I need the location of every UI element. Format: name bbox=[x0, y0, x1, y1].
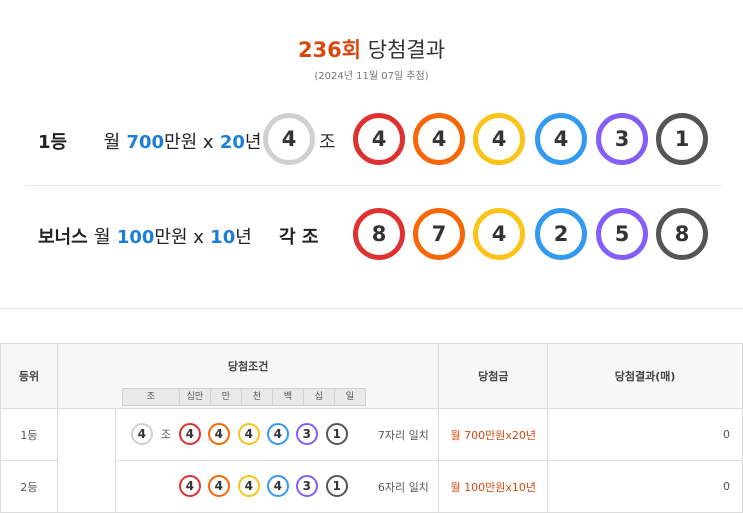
sub-header-cell: 십만 bbox=[178, 388, 211, 406]
row-number-ball: 4 bbox=[237, 423, 260, 445]
bonus-number-ball: 7 bbox=[413, 208, 465, 260]
row-count: 0 bbox=[547, 408, 743, 461]
row-number-ball: 1 bbox=[325, 423, 348, 445]
row-number-ball: 4 bbox=[207, 423, 230, 445]
row-condition: 4 조 4 4 4 4 3 1 7자리 일치 bbox=[114, 408, 440, 461]
row-match-text: 7자리 일치 bbox=[377, 429, 429, 442]
bonus-year-unit: 년 bbox=[235, 227, 252, 248]
row-number-ball: 4 bbox=[237, 475, 260, 497]
bonus-years: 10 bbox=[210, 227, 236, 248]
bonus-number-ball: 2 bbox=[535, 208, 587, 260]
bonus-amount: 100 bbox=[116, 227, 155, 248]
row-number-ball: 4 bbox=[178, 423, 201, 445]
first-number-ball: 1 bbox=[656, 113, 708, 165]
first-prize-row: 1등 월 700만원 x 20년 4 조 4 4 4 4 3 1 bbox=[0, 109, 743, 169]
sub-header-cell: 만 bbox=[209, 388, 242, 406]
first-years: 20 bbox=[219, 132, 245, 153]
first-number-ball: 4 bbox=[413, 113, 465, 165]
bonus-number-ball: 4 bbox=[473, 208, 525, 260]
row-group-ball: 4 bbox=[130, 423, 153, 445]
section-divider bbox=[25, 185, 721, 186]
first-number-ball: 4 bbox=[473, 113, 525, 165]
header-prize: 당첨금 bbox=[438, 343, 549, 409]
row-rank: 1등 bbox=[0, 408, 58, 461]
first-group-ball: 4 bbox=[263, 113, 315, 165]
row-number-ball: 3 bbox=[295, 475, 318, 497]
first-jo-label: 조 bbox=[319, 132, 336, 153]
page-title: 236회 당첨결과 bbox=[0, 34, 743, 64]
row-number-ball: 4 bbox=[266, 423, 289, 445]
sub-header-cell: 백 bbox=[271, 388, 304, 406]
sub-header-cell: 일 bbox=[333, 388, 366, 406]
first-year-unit: 년 bbox=[244, 132, 262, 153]
bonus-unit: 만원 x bbox=[154, 227, 204, 248]
first-number-ball: 4 bbox=[535, 113, 587, 165]
first-rank: 1등 bbox=[38, 132, 68, 153]
title-suffix: 당첨결과 bbox=[367, 38, 446, 62]
row-number-ball: 3 bbox=[295, 423, 318, 445]
sub-header-cell: 십 bbox=[302, 388, 335, 406]
row-count: 0 bbox=[547, 460, 743, 513]
table-row: 1등 4 조 4 4 4 4 3 1 7자리 일치 월 700만원x20년 0 bbox=[0, 408, 743, 513]
row-number-ball: 1 bbox=[325, 475, 348, 497]
section-divider bbox=[0, 308, 743, 309]
row-number-ball: 4 bbox=[178, 475, 201, 497]
bonus-prize-label: 보너스 월 100만원 x 10년 bbox=[38, 223, 252, 249]
bonus-number-ball: 8 bbox=[656, 208, 708, 260]
header-rank: 등위 bbox=[0, 343, 58, 409]
row-number-ball: 4 bbox=[266, 475, 289, 497]
row-spacer-cell bbox=[56, 408, 116, 513]
header-condition-title: 당첨조건 bbox=[227, 360, 269, 373]
first-prize-label: 1등 월 700만원 x 20년 bbox=[38, 128, 261, 154]
bonus-prize-prefix: 월 bbox=[93, 227, 111, 248]
bonus-rank: 보너스 bbox=[38, 227, 88, 248]
sub-header-cell: 천 bbox=[240, 388, 273, 406]
digit-sub-header: 조 십만 만 천 백 십 일 bbox=[121, 388, 366, 406]
first-prize-prefix: 월 bbox=[103, 132, 121, 153]
first-number-ball: 4 bbox=[353, 113, 405, 165]
draw-date: (2024년 11월 07일 추첨) bbox=[314, 71, 429, 82]
row-prize: 월 100만원x10년 bbox=[438, 460, 549, 513]
bonus-prize-row: 보너스 월 100만원 x 10년 각 조 8 7 4 2 5 8 bbox=[0, 203, 743, 263]
round-number: 236회 bbox=[297, 38, 362, 62]
table-header-row: 등위 당첨조건 조 십만 만 천 백 십 일 당첨금 당첨결과(매) bbox=[0, 343, 743, 409]
row-jo-label: 조 bbox=[160, 428, 171, 441]
row-prize: 월 700만원x20년 bbox=[438, 408, 549, 461]
bonus-group-label: 각 조 bbox=[279, 227, 319, 248]
header-condition: 당첨조건 조 십만 만 천 백 십 일 bbox=[56, 343, 440, 409]
prize-table: 등위 당첨조건 조 십만 만 천 백 십 일 당첨금 당첨결과(매) 1등 4 … bbox=[0, 343, 743, 513]
row-match-text: 6자리 일치 bbox=[377, 481, 429, 494]
row-number-ball: 4 bbox=[207, 475, 230, 497]
header-result: 당첨결과(매) bbox=[547, 343, 743, 409]
first-unit: 만원 x bbox=[164, 132, 214, 153]
first-number-ball: 3 bbox=[596, 113, 648, 165]
row-condition: 4 4 4 4 3 1 6자리 일치 bbox=[114, 460, 440, 513]
row-rank: 2등 bbox=[0, 460, 58, 513]
first-amount: 700 bbox=[126, 132, 165, 153]
bonus-number-ball: 5 bbox=[596, 208, 648, 260]
sub-header-cell: 조 bbox=[121, 388, 180, 406]
bonus-number-ball: 8 bbox=[353, 208, 405, 260]
